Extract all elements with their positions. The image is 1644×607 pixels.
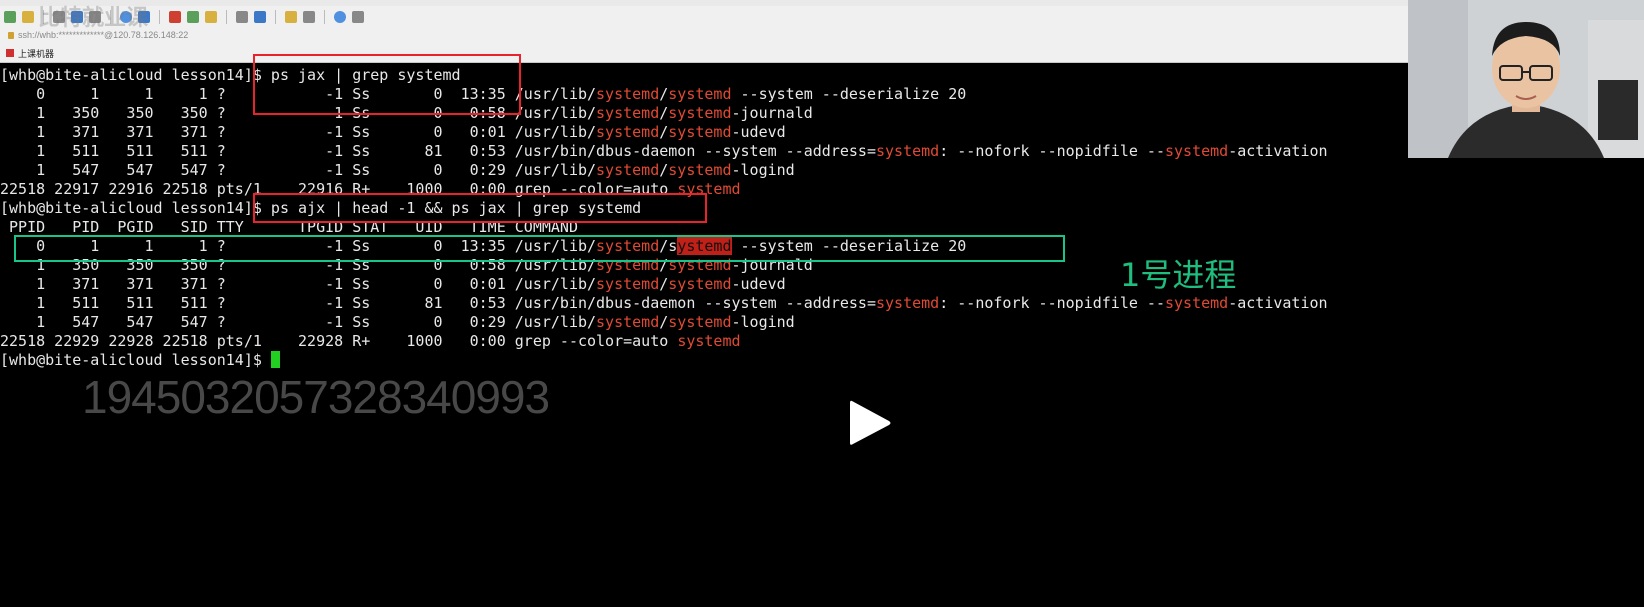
- terminal-text: 1 511 511 511 ? -1 Ss 81 0:53 /usr/bin/d…: [0, 294, 876, 312]
- highlighted-match: systemd: [875, 294, 940, 312]
- terminal-text: 1 547 547 547 ? -1 Ss 0 0:29 /usr/lib/: [0, 161, 597, 179]
- highlighted-match: systemd: [596, 123, 660, 141]
- terminal-text: /: [659, 161, 669, 179]
- terminal-text: 1 371 371 371 ? -1 Ss 0 0:01 /usr/lib/: [0, 275, 597, 293]
- color-icon[interactable]: [169, 11, 181, 23]
- terminal-line: 1 511 511 511 ? -1 Ss 81 0:53 /usr/bin/d…: [0, 142, 1328, 161]
- terminal-line: 1 547 547 547 ? -1 Ss 0 0:29 /usr/lib/sy…: [0, 313, 795, 332]
- terminal-line: 22518 22929 22928 22518 pts/1 22928 R+ 1…: [0, 332, 741, 351]
- highlighted-match: systemd: [596, 85, 660, 103]
- highlighted-match: systemd: [596, 313, 660, 331]
- script-icon[interactable]: [254, 11, 266, 23]
- terminal-line: 1 547 547 547 ? -1 Ss 0 0:29 /usr/lib/sy…: [0, 161, 795, 180]
- highlighted-match: systemd: [596, 104, 660, 122]
- highlighted-match: systemd: [668, 85, 732, 103]
- help-icon[interactable]: [334, 11, 346, 23]
- toolbar-divider: [159, 10, 160, 24]
- address-bar[interactable]: ssh://whb:*************@120.78.126.148:2…: [0, 28, 1408, 42]
- highlighted-match: systemd: [668, 313, 732, 331]
- transfer-icon[interactable]: [187, 11, 199, 23]
- terminal-text: : --nofork --nopidfile --: [939, 294, 1165, 312]
- highlighted-match: systemd: [1164, 142, 1229, 160]
- chat-icon[interactable]: [352, 11, 364, 23]
- terminal-text: --system --deserialize 20: [731, 85, 967, 103]
- presenter-avatar: [1408, 0, 1644, 158]
- highlighted-match: systemd: [875, 142, 940, 160]
- open-folder-icon[interactable]: [22, 11, 34, 23]
- terminal-text: -logind: [731, 161, 795, 179]
- terminal-text: [whb@bite-alicloud lesson14]$: [0, 351, 271, 369]
- terminal-text: /: [659, 313, 669, 331]
- highlighted-match: systemd: [596, 275, 660, 293]
- terminal-text: -udevd: [731, 275, 786, 293]
- terminal-text: : --nofork --nopidfile --: [939, 142, 1165, 160]
- terminal-text: /: [659, 104, 669, 122]
- watermark-id: 1945032057328340993: [82, 371, 550, 423]
- terminal-text: 1 371 371 371 ? -1 Ss 0 0:01 /usr/lib/: [0, 123, 597, 141]
- app-chrome: ssh://whb:*************@120.78.126.148:2…: [0, 0, 1408, 63]
- terminal-text: 1 511 511 511 ? -1 Ss 81 0:53 /usr/bin/d…: [0, 142, 876, 160]
- logo-watermark: 比特就业课: [38, 6, 149, 31]
- toolbar: [0, 6, 1408, 28]
- toolbar-divider: [226, 10, 227, 24]
- command-highlight-box-1: [253, 54, 521, 115]
- terminal-text: -journald: [731, 104, 813, 122]
- toolbar-divider: [275, 10, 276, 24]
- new-session-icon[interactable]: [4, 11, 16, 23]
- bookmark-bar: 上课机器: [0, 45, 1408, 61]
- terminal-line: [whb@bite-alicloud lesson14]$: [0, 351, 280, 370]
- terminal-text: 1 547 547 547 ? -1 Ss 0 0:29 /usr/lib/: [0, 313, 597, 331]
- tools-icon[interactable]: [285, 11, 297, 23]
- terminal-text: /: [659, 275, 669, 293]
- process-1-highlight-box: [14, 235, 1065, 262]
- terminal-text: /: [659, 123, 669, 141]
- command-highlight-box-2: [253, 193, 707, 223]
- bookmark-item[interactable]: 上课机器: [18, 47, 54, 60]
- toolbar-divider: [324, 10, 325, 24]
- highlighted-match: systemd: [668, 123, 732, 141]
- lock-toolbar-icon[interactable]: [205, 11, 217, 23]
- highlighted-match: systemd: [668, 275, 732, 293]
- lock-icon: [8, 31, 14, 39]
- bookmark-flag-icon: [6, 49, 14, 57]
- annotation-label: 1号进程: [1120, 256, 1237, 294]
- highlighted-match: systemd: [668, 104, 732, 122]
- highlighted-match: systemd: [1164, 294, 1229, 312]
- terminal-text: /: [659, 85, 669, 103]
- terminal-line: 1 371 371 371 ? -1 Ss 0 0:01 /usr/lib/sy…: [0, 275, 786, 294]
- highlighted-match: systemd: [668, 161, 732, 179]
- layout-icon[interactable]: [303, 11, 315, 23]
- terminal-text: -activation: [1228, 294, 1328, 312]
- webcam-overlay: [1408, 0, 1644, 158]
- terminal-text: -activation: [1228, 142, 1328, 160]
- keyboard-icon[interactable]: [236, 11, 248, 23]
- highlighted-match: systemd: [596, 161, 660, 179]
- terminal-line: 1 511 511 511 ? -1 Ss 81 0:53 /usr/bin/d…: [0, 294, 1328, 313]
- terminal-text: -logind: [731, 313, 795, 331]
- highlighted-match: systemd: [677, 332, 741, 350]
- terminal-line: 1 371 371 371 ? -1 Ss 0 0:01 /usr/lib/sy…: [0, 123, 786, 142]
- terminal-cursor: [270, 351, 280, 368]
- terminal-text: -udevd: [731, 123, 786, 141]
- play-icon[interactable]: [848, 398, 892, 448]
- terminal-text: 22518 22929 22928 22518 pts/1 22928 R+ 1…: [0, 332, 678, 350]
